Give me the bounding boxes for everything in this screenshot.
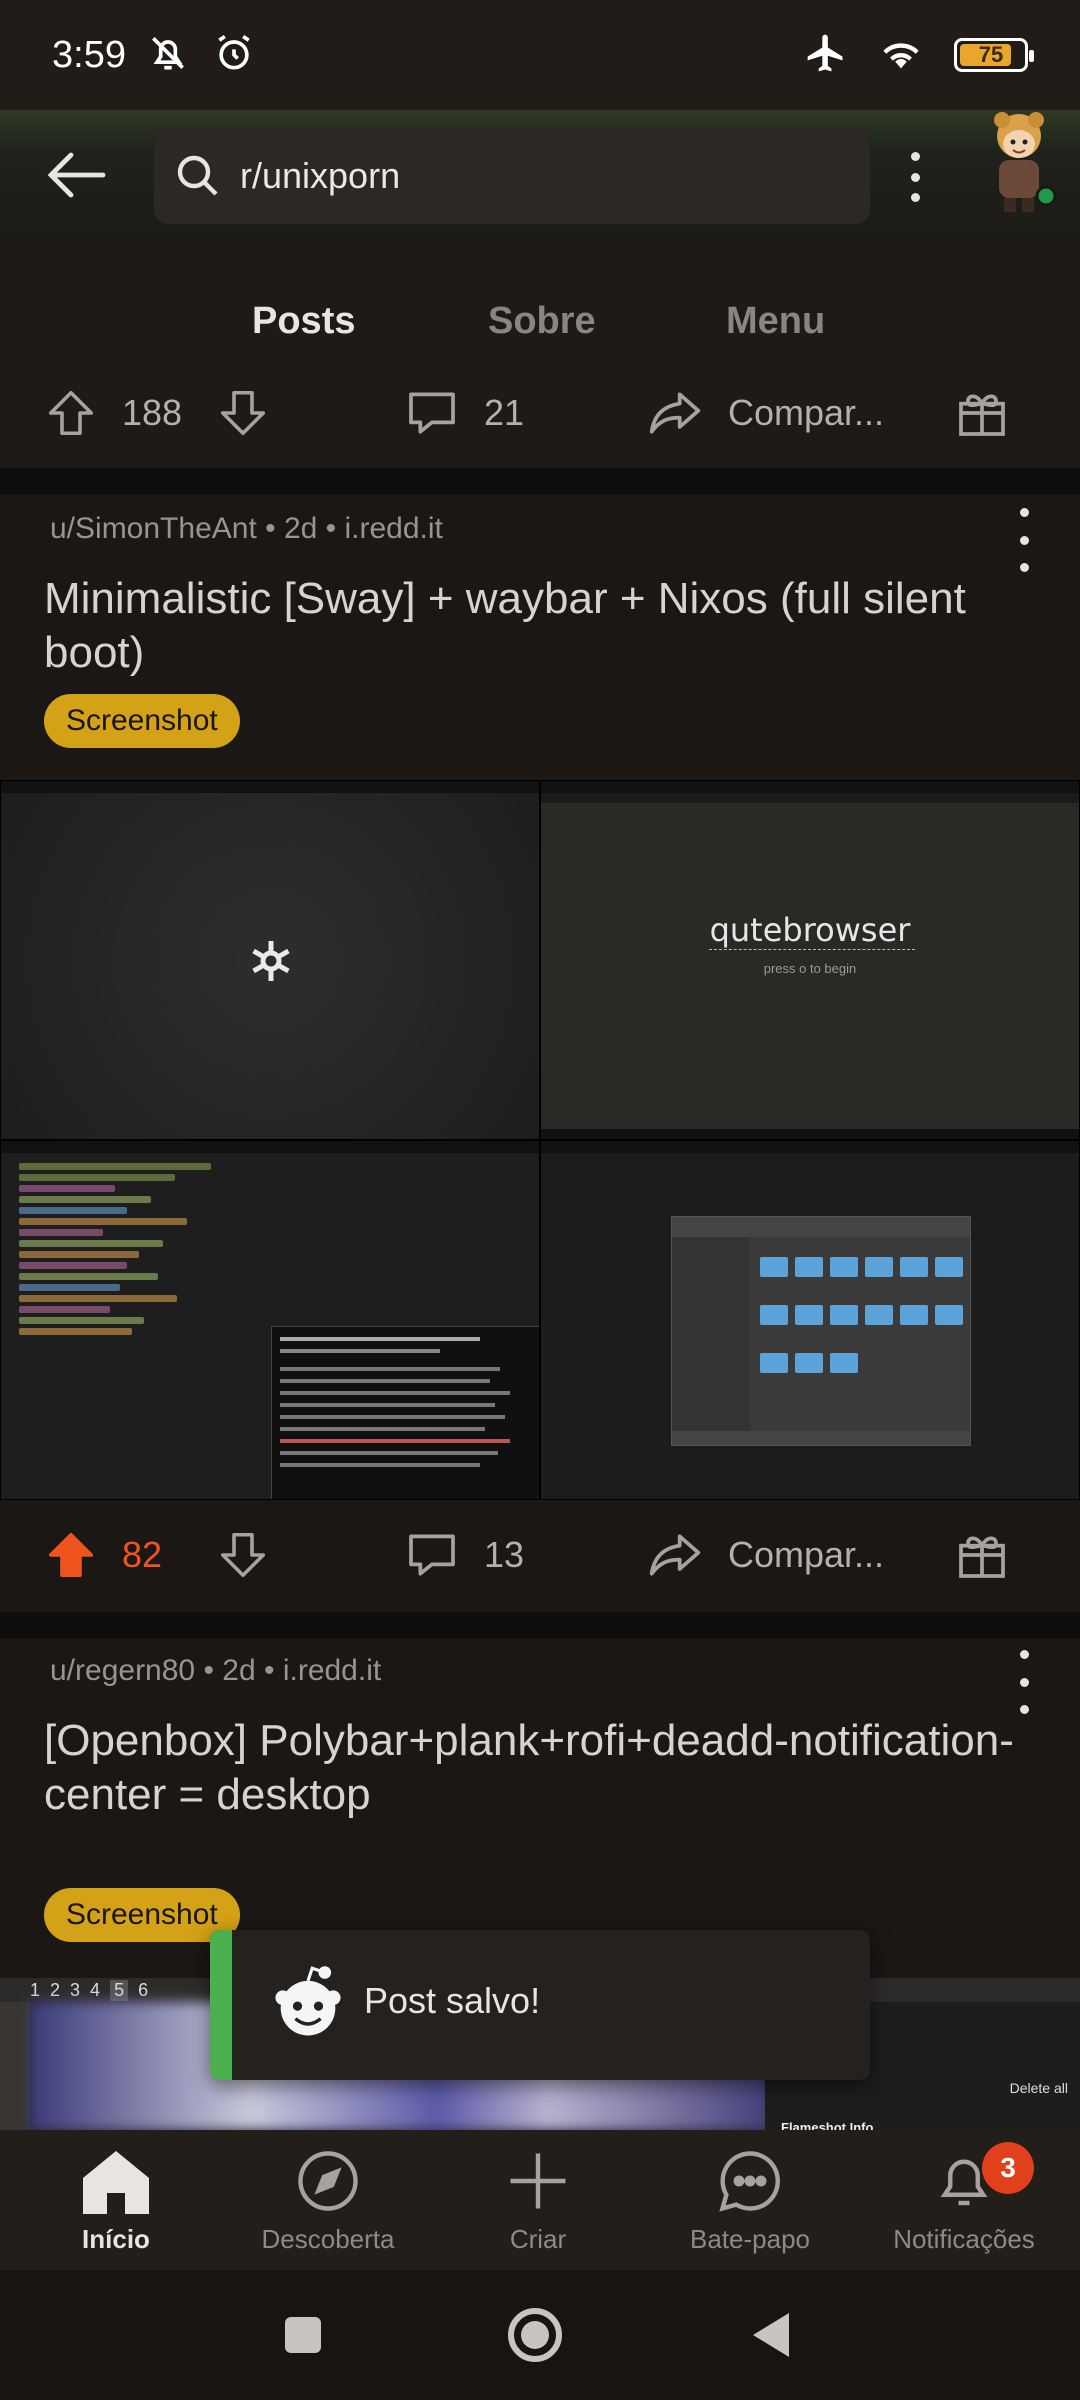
nav-label: Descoberta	[261, 2224, 395, 2254]
post-options-button[interactable]	[1016, 1650, 1032, 1714]
nav-chat[interactable]: Bate-papo	[650, 2148, 850, 2255]
post-image[interactable]: qutebrowser press o to begin	[0, 780, 1080, 1500]
qutebrowser-subtitle: press o to begin	[763, 961, 857, 976]
back-system-button[interactable]	[736, 2300, 806, 2370]
post-flair[interactable]: Screenshot	[44, 694, 240, 748]
downvote-icon[interactable]	[216, 385, 270, 441]
post-divider	[0, 468, 1080, 494]
tab-menu[interactable]: Menu	[726, 300, 825, 343]
comment-count: 21	[484, 392, 525, 433]
search-bar[interactable]: r/unixporn	[154, 128, 870, 224]
user-avatar[interactable]	[974, 110, 1064, 218]
upvote-icon[interactable]	[44, 385, 98, 441]
post-meta[interactable]: u/regern80 • 2d • i.redd.it	[50, 1654, 381, 1688]
share-icon	[649, 392, 701, 434]
airplane-icon	[804, 31, 848, 80]
compass-icon	[298, 2151, 358, 2211]
wifi-icon	[878, 33, 924, 78]
post-meta[interactable]: u/SimonTheAnt • 2d • i.redd.it	[50, 512, 443, 546]
status-time: 3:59	[52, 33, 126, 76]
chat-icon	[719, 2151, 780, 2212]
square-icon	[285, 2317, 321, 2353]
toast-message: Post salvo!	[364, 1980, 541, 2021]
toast-accent	[210, 1930, 232, 2080]
battery-level: 75	[978, 42, 1004, 67]
prev-post-action-bar: 188 21 Compar...	[0, 358, 1080, 468]
screenshot-empty-desktop	[0, 780, 540, 1140]
award-gift-icon[interactable]	[954, 1527, 1010, 1583]
comment-icon[interactable]	[404, 1527, 460, 1583]
saved-toast: Post salvo!	[210, 1930, 870, 2080]
flameshot-info-label: Flameshot Info	[781, 2120, 874, 2130]
search-icon	[177, 155, 218, 196]
home-icon	[83, 2151, 149, 2214]
delete-all-label: Delete all	[1009, 2080, 1068, 2096]
award-gift-icon[interactable]	[954, 385, 1010, 441]
upvote-icon[interactable]	[44, 1527, 98, 1583]
post-options-button[interactable]	[1016, 508, 1032, 572]
share-button[interactable]: Compar...	[646, 385, 884, 441]
nav-create[interactable]: Criar	[438, 2148, 638, 2255]
terminal-window	[271, 1326, 539, 1499]
nav-label: Bate-papo	[690, 2224, 810, 2254]
bottom-navigation: Início Descoberta Criar Bate-papo 3 Noti…	[0, 2130, 1080, 2270]
downvote-icon[interactable]	[216, 1527, 270, 1583]
search-text: r/unixporn	[240, 155, 401, 196]
post-divider	[0, 1612, 1080, 1638]
file-manager-window	[671, 1216, 971, 1446]
plus-icon	[510, 2153, 566, 2209]
nav-home[interactable]: Início	[16, 2148, 216, 2255]
tab-about[interactable]: Sobre	[488, 300, 596, 343]
qutebrowser-title: qutebrowser	[709, 911, 911, 949]
snoo-icon	[275, 1966, 341, 2036]
post-title[interactable]: [Openbox] Polybar+plank+rofi+deadd-notif…	[44, 1714, 1044, 1822]
subreddit-header: r/unixporn	[0, 110, 1080, 250]
screenshot-file-manager	[540, 1140, 1080, 1500]
upvote-count: 188	[122, 392, 183, 433]
share-label: Compar...	[728, 1534, 885, 1575]
post-title[interactable]: Minimalistic [Sway] + waybar + Nixos (fu…	[44, 572, 1044, 680]
kebab-menu-button[interactable]	[892, 144, 938, 210]
alarm-icon	[212, 31, 256, 80]
nav-label: Criar	[509, 2224, 567, 2254]
home-system-button[interactable]	[500, 2300, 570, 2370]
nav-notifications[interactable]: 3 Notificações	[864, 2142, 1064, 2255]
comment-icon[interactable]	[404, 385, 460, 441]
screenshot-code-editor	[0, 1140, 540, 1500]
upvote-count: 82	[122, 1534, 163, 1575]
notification-badge: 3	[982, 2142, 1034, 2194]
nixos-snowflake-icon	[252, 941, 290, 981]
recents-button[interactable]	[268, 2300, 338, 2370]
nav-label: Início	[82, 2224, 150, 2254]
tab-posts[interactable]: Posts	[252, 300, 355, 343]
arrow-left-icon	[47, 152, 106, 198]
battery-icon: 75	[954, 38, 1034, 72]
circle-icon	[508, 2308, 562, 2362]
screenshot-qutebrowser: qutebrowser press o to begin	[540, 780, 1080, 1140]
triangle-back-icon	[753, 2313, 789, 2357]
share-button[interactable]: Compar...	[646, 1527, 884, 1583]
status-bar: 3:59 75	[0, 0, 1080, 110]
nav-label: Notificações	[893, 2224, 1035, 2254]
post-action-bar: 82 13 Compar...	[0, 1500, 1080, 1610]
system-navigation-bar	[0, 2270, 1080, 2400]
comment-count: 13	[484, 1534, 525, 1575]
nav-discover[interactable]: Descoberta	[228, 2148, 428, 2255]
mute-icon	[146, 31, 190, 80]
back-button[interactable]	[42, 140, 112, 210]
share-icon	[649, 1534, 701, 1576]
share-label: Compar...	[728, 392, 885, 433]
